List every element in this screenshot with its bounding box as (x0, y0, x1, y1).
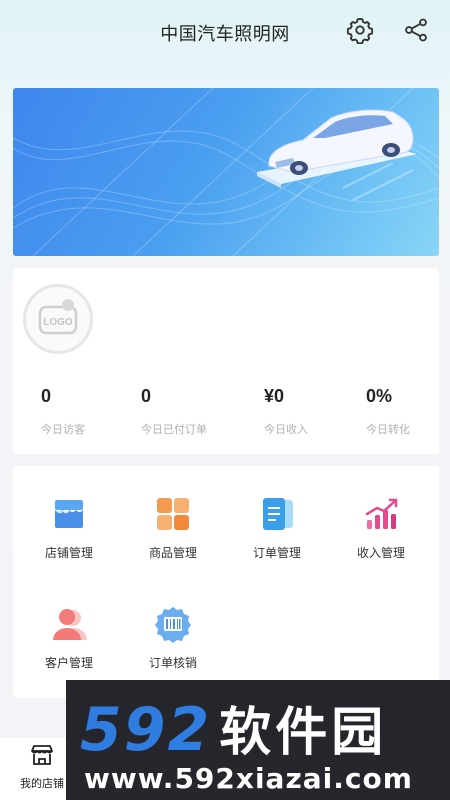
menu-label: 订单核销 (148, 656, 197, 670)
stat-income: ¥0 今日收入 (264, 386, 364, 437)
shop-logo[interactable]: LOGO (23, 284, 93, 354)
stat-conversion: 0% 今日转化 (366, 386, 450, 437)
grid-icon (153, 494, 193, 534)
menu-income-management[interactable]: 收入管理 (329, 494, 433, 561)
stat-value: 0 (41, 386, 52, 406)
menu-label: 店铺管理 (44, 546, 93, 560)
app-header: 中国汽车照明网 (0, 0, 450, 64)
menu-label: 收入管理 (356, 546, 405, 560)
stat-paid-orders: 0 今日已付订单 (141, 386, 241, 437)
watermark-url: www.592xiazai.com (84, 762, 413, 795)
logo-text: LOGO (43, 317, 73, 328)
bar-chart-icon (361, 494, 401, 534)
stat-label: 今日转化 (366, 424, 410, 436)
promo-banner[interactable] (13, 88, 439, 256)
stat-label: 今日访客 (41, 424, 85, 436)
user-icon (49, 604, 89, 644)
stat-value: 0% (366, 386, 393, 406)
car-illustration (13, 88, 439, 256)
tab-label: 我的店铺 (20, 778, 64, 790)
menu-label: 订单管理 (252, 546, 301, 560)
watermark-brand: 592 软件园 (80, 690, 387, 765)
stat-value: ¥0 (264, 386, 285, 406)
menu-store-management[interactable]: 店铺管理 (17, 494, 121, 561)
page-title: 中国汽车照明网 (160, 24, 290, 44)
stat-visitors: 0 今日访客 (41, 386, 141, 437)
watermark-overlay: 592 软件园 www.592xiazai.com (66, 680, 450, 800)
clipboard-icon (257, 494, 297, 534)
menu-label: 客户管理 (44, 656, 93, 670)
stat-value: 0 (141, 386, 152, 406)
menu-order-verification[interactable]: 订单核销 (121, 604, 225, 671)
menu-customer-management[interactable]: 客户管理 (17, 604, 121, 671)
stat-label: 今日收入 (264, 424, 308, 436)
gear-icon[interactable] (346, 16, 374, 45)
tab-my-store[interactable]: 我的店铺 (12, 742, 72, 791)
menu-label: 商品管理 (148, 546, 197, 560)
menu-card: 店铺管理 商品管理 订单管理 收入管理 客户管理 订单核销 (13, 466, 439, 698)
ticket-icon (153, 604, 193, 644)
store-icon (49, 494, 89, 534)
menu-order-management[interactable]: 订单管理 (225, 494, 329, 561)
menu-product-management[interactable]: 商品管理 (121, 494, 225, 561)
stat-label: 今日已付订单 (141, 424, 207, 436)
store-tab-icon (31, 745, 53, 765)
watermark-brand-cn: 软件园 (219, 703, 388, 763)
stats-card: LOGO 0 今日访客 0 今日已付订单 ¥0 今日收入 0% 今日转化 (13, 268, 439, 454)
share-icon[interactable] (402, 16, 430, 44)
watermark-brand-number: 592 (80, 695, 212, 765)
